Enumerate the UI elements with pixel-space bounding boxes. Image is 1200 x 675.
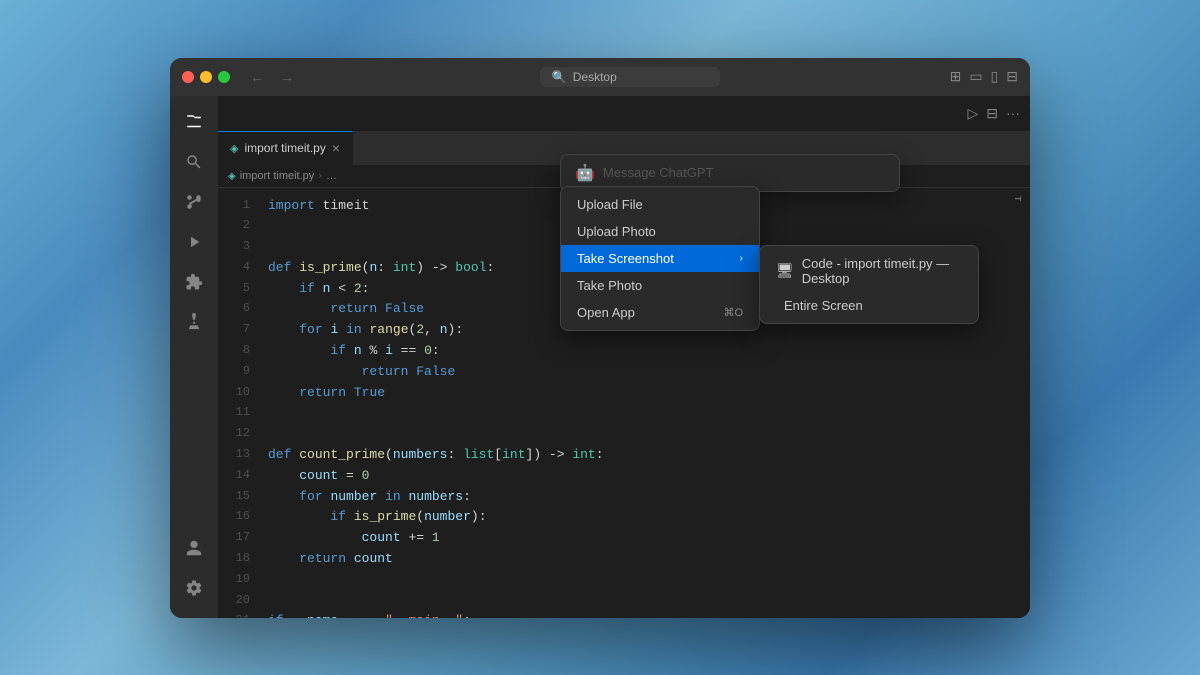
breadcrumb-file: import timeit.py	[240, 170, 315, 182]
close-button[interactable]	[182, 71, 194, 83]
open-app-label: Open App	[577, 305, 635, 320]
take-screenshot-label: Take Screenshot	[577, 251, 674, 266]
activity-run[interactable]	[176, 224, 212, 260]
code-line-17: count += 1	[268, 528, 1004, 549]
editor-toolbar: ▷ ⊟ ···	[218, 96, 1030, 131]
code-line-16: if is_prime(number):	[268, 507, 1004, 528]
take-photo-label: Take Photo	[577, 278, 642, 293]
code-line-12	[268, 424, 1004, 445]
open-app-shortcut: ⌘O	[723, 306, 743, 319]
activity-test[interactable]	[176, 304, 212, 340]
toggle-sidebar-icon[interactable]: ▯	[991, 68, 999, 85]
code-line-9: return False	[268, 362, 1004, 383]
run-icon[interactable]: ▷	[967, 105, 978, 122]
submenu-item-entire-screen[interactable]: Entire Screen	[760, 292, 978, 319]
menu-item-upload-photo[interactable]: Upload Photo	[561, 218, 759, 245]
breadcrumb-scope: …	[326, 170, 337, 182]
title-search: 🔍 Desktop	[310, 67, 950, 87]
upload-file-label: Upload File	[577, 197, 643, 212]
chat-placeholder: Message ChatGPT	[603, 165, 714, 180]
tab-close-button[interactable]: ×	[332, 141, 340, 155]
split-view-icon[interactable]: ⊟	[986, 105, 998, 122]
code-line-13: def count_prime(numbers: list[int]) -> i…	[268, 445, 1004, 466]
title-actions: ⊞ ▭ ▯ ⊟	[950, 68, 1018, 85]
activity-search[interactable]	[176, 144, 212, 180]
chatgpt-icon: 🤖	[575, 163, 595, 183]
submenu-chevron-icon: ›	[740, 253, 743, 264]
more-icon[interactable]: ···	[1006, 105, 1020, 121]
code-line-11	[268, 403, 1004, 424]
search-icon: 🔍	[552, 70, 567, 84]
menu-item-upload-file[interactable]: Upload File	[561, 191, 759, 218]
layout-icon[interactable]: ⊟	[1006, 68, 1018, 85]
toggle-panel-icon[interactable]: ▭	[969, 68, 982, 85]
minimap-label: T	[1010, 196, 1024, 201]
monitor-icon: 🖥	[776, 262, 794, 279]
title-nav: ← →	[246, 67, 298, 87]
code-line-8: if n % i == 0:	[268, 341, 1004, 362]
split-editor-icon[interactable]: ⊞	[950, 68, 962, 85]
menu-item-take-screenshot[interactable]: Take Screenshot ›	[561, 245, 759, 272]
submenu-code-window-label: Code - import timeit.py — Desktop	[802, 256, 962, 286]
breadcrumb-separator: ›	[318, 170, 322, 182]
right-bar: T	[1004, 188, 1030, 618]
menu-item-open-app[interactable]: Open App ⌘O	[561, 299, 759, 326]
forward-button[interactable]: →	[276, 67, 298, 87]
code-line-18: return count	[268, 549, 1004, 570]
submenu-item-code-window[interactable]: 🖥 Code - import timeit.py — Desktop	[760, 250, 978, 292]
code-line-14: count = 0	[268, 466, 1004, 487]
code-line-10: return True	[268, 383, 1004, 404]
breadcrumb-file-icon: ◈	[228, 171, 236, 182]
menu-item-take-screenshot-container: Take Screenshot › 🖥 Code - import timeit…	[561, 245, 759, 272]
line-numbers: 12345 678910 1112131415 1617181920 21222…	[218, 188, 260, 618]
upload-photo-label: Upload Photo	[577, 224, 656, 239]
code-line-19	[268, 570, 1004, 591]
activity-account[interactable]	[176, 530, 212, 566]
activity-bar-bottom	[176, 530, 212, 610]
context-menu: Upload File Upload Photo Take Screenshot…	[560, 186, 760, 331]
activity-settings[interactable]	[176, 570, 212, 606]
activity-explorer[interactable]	[176, 104, 212, 140]
activity-bar	[170, 96, 218, 618]
minimize-button[interactable]	[200, 71, 212, 83]
back-button[interactable]: ←	[246, 67, 268, 87]
maximize-button[interactable]	[218, 71, 230, 83]
activity-source-control[interactable]	[176, 184, 212, 220]
search-bar[interactable]: 🔍 Desktop	[540, 67, 720, 87]
tab-import-timeit[interactable]: ◈ import timeit.py ×	[218, 131, 353, 165]
title-bar: ← → 🔍 Desktop ⊞ ▭ ▯ ⊟	[170, 58, 1030, 96]
code-line-20	[268, 591, 1004, 612]
vscode-window: ← → 🔍 Desktop ⊞ ▭ ▯ ⊟	[170, 58, 1030, 618]
file-icon: ◈	[230, 142, 238, 155]
submenu-screenshot: 🖥 Code - import timeit.py — Desktop Enti…	[759, 245, 979, 324]
code-line-21: if __name__ == "__main__":	[268, 611, 1004, 617]
search-text: Desktop	[573, 70, 617, 84]
menu-item-take-photo[interactable]: Take Photo	[561, 272, 759, 299]
activity-extensions[interactable]	[176, 264, 212, 300]
tab-label: import timeit.py	[244, 141, 325, 155]
submenu-entire-screen-label: Entire Screen	[784, 298, 863, 313]
traffic-lights	[182, 71, 230, 83]
code-line-15: for number in numbers:	[268, 487, 1004, 508]
